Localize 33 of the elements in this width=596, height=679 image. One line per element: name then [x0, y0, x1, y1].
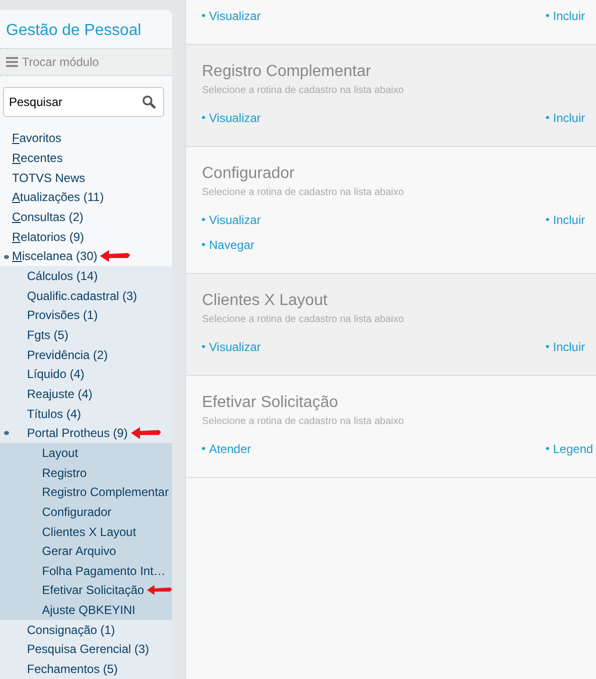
card-title: Efetivar Solicitação [202, 394, 340, 412]
bullet-icon [202, 14, 205, 18]
menu-item[interactable]: Favoritos [12, 131, 62, 146]
card-title: Clientes X Layout [202, 292, 328, 310]
menu-item[interactable]: Miscelanea (30) [12, 249, 98, 264]
bullet-icon [202, 243, 205, 246]
menu-item[interactable]: Registro [42, 466, 87, 480]
bullet-icon [546, 345, 549, 348]
bullet-icon [202, 447, 205, 450]
bullet-icon [546, 218, 549, 222]
menu-item[interactable]: Relatorios (9) [12, 230, 84, 244]
menu-item[interactable]: Layout [42, 446, 78, 460]
bullet-icon [202, 218, 205, 222]
menu-item[interactable]: Consultas (2) [12, 210, 84, 224]
menu-item[interactable]: Atualizações (11) [12, 190, 104, 204]
module-title: Gestão de Pessoal [5, 21, 142, 41]
card-title: Configurador [202, 165, 296, 183]
bullet-icon [202, 345, 205, 348]
card-subtitle: Selecione a rotina de cadastro na lista abaixo [202, 416, 405, 427]
card-title: Registro Complementar [202, 63, 372, 81]
menu-item[interactable]: TOTVS News [12, 170, 86, 185]
bullet-icon [202, 116, 205, 120]
bullet-icon [546, 116, 549, 120]
menu-icon [6, 56, 18, 67]
card-subtitle: Selecione a rotina de cadastro na lista abaixo [202, 85, 405, 96]
card-subtitle: Selecione a rotina de cadastro na lista abaixo [202, 187, 405, 198]
search-icon [142, 94, 156, 109]
menu-item[interactable]: Fgts (5) [27, 328, 68, 342]
menu-item[interactable]: Recentes [12, 151, 63, 166]
bullet-icon [546, 447, 549, 450]
search-field[interactable]: Pesquisar [3, 86, 164, 117]
card-subtitle: Selecione a rotina de cadastro na lista abaixo [202, 314, 405, 325]
bullet-icon [546, 14, 549, 18]
